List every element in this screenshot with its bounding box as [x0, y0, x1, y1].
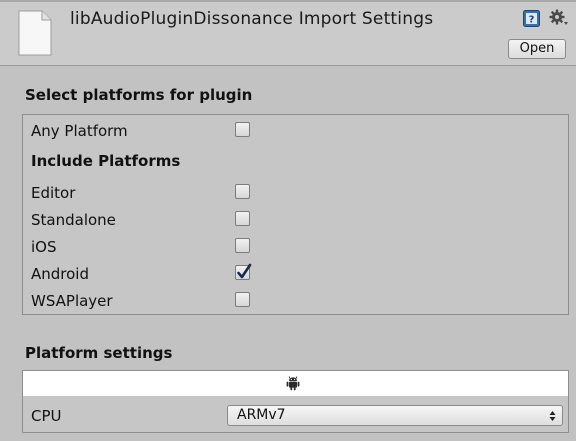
any-platform-row: Any Platform — [31, 119, 561, 141]
any-platform-label: Any Platform — [31, 122, 128, 140]
help-book-icon[interactable]: ? — [523, 10, 540, 27]
platform-row-android: Android — [31, 262, 561, 284]
editor-checkbox[interactable] — [235, 184, 250, 199]
checkmark-icon — [237, 263, 252, 279]
page-title: libAudioPluginDissonance Import Settings — [70, 9, 434, 29]
standalone-checkbox[interactable] — [235, 211, 250, 226]
cpu-label: CPU — [31, 407, 62, 425]
inspector-header: libAudioPluginDissonance Import Settings… — [0, 0, 576, 66]
platform-label: WSAPlayer — [31, 292, 113, 310]
include-platforms-heading: Include Platforms — [31, 152, 181, 170]
any-platform-checkbox[interactable] — [235, 122, 250, 137]
platform-settings-heading: Platform settings — [25, 344, 173, 362]
gear-icon[interactable] — [549, 9, 569, 27]
platform-row-ios: iOS — [31, 235, 561, 257]
platform-row-standalone: Standalone — [31, 208, 561, 230]
cpu-select[interactable]: ARMv7 — [227, 405, 563, 426]
document-icon — [18, 10, 52, 56]
header-top-border — [0, 0, 576, 2]
select-platforms-heading: Select platforms for plugin — [25, 86, 253, 104]
platform-row-editor: Editor — [31, 181, 561, 203]
svg-text:?: ? — [529, 15, 535, 26]
platform-label: iOS — [31, 238, 57, 256]
platform-label: Standalone — [31, 211, 116, 229]
open-button[interactable]: Open — [508, 39, 566, 59]
platform-label: Android — [31, 265, 89, 283]
wsaplayer-checkbox[interactable] — [235, 292, 250, 307]
platform-row-wsaplayer: WSAPlayer — [31, 289, 561, 311]
ios-checkbox[interactable] — [235, 238, 250, 253]
platform-selection-panel: Any Platform Include Platforms Editor St… — [22, 114, 569, 315]
platform-label: Editor — [31, 184, 76, 202]
platform-settings-panel: CPU ARMv7 — [22, 396, 569, 433]
android-checkbox[interactable] — [235, 263, 252, 280]
select-arrows-icon — [549, 411, 556, 421]
cpu-select-value: ARMv7 — [237, 407, 286, 423]
android-icon[interactable] — [286, 376, 300, 391]
platform-tab-bar — [22, 370, 569, 397]
